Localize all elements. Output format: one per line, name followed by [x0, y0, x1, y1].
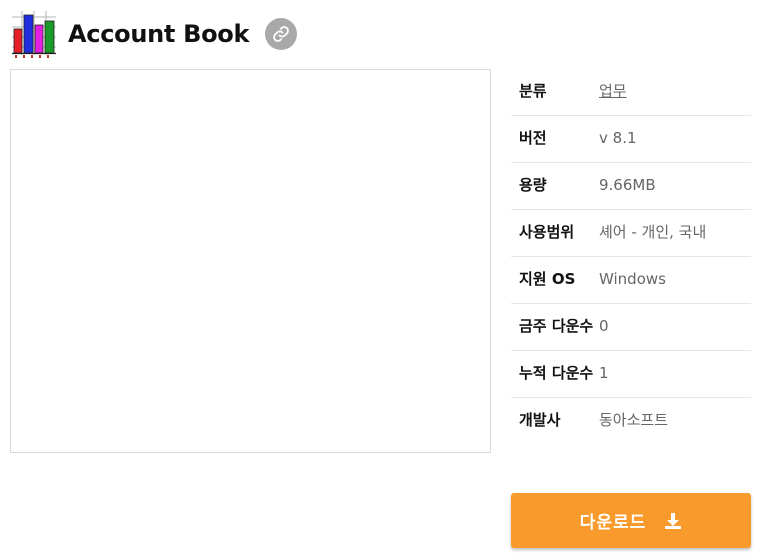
- total-downloads-label: 누적 다운수: [519, 364, 594, 382]
- download-button[interactable]: 다운로드: [511, 493, 751, 548]
- version-label: 버전: [519, 129, 547, 147]
- download-icon: [664, 512, 682, 530]
- weekly-downloads-label: 금주 다운수: [519, 317, 594, 335]
- info-row-version: 버전 v 8.1: [511, 116, 751, 163]
- category-label: 분류: [519, 82, 547, 100]
- os-label: 지원 OS: [519, 270, 576, 288]
- license-value: 셰어 - 개인, 국내: [599, 223, 707, 241]
- info-row-developer: 개발사 동아소프트: [511, 398, 751, 444]
- size-label: 용량: [519, 176, 547, 194]
- info-row-os: 지원 OS Windows: [511, 257, 751, 304]
- category-link[interactable]: 업무: [599, 79, 627, 104]
- app-info-list: 분류 업무 버전 v 8.1 용량 9.66MB 사용범위 셰어 - 개인, 국…: [511, 69, 751, 444]
- info-row-weekly-downloads: 금주 다운수 0: [511, 304, 751, 351]
- os-value: Windows: [599, 270, 666, 288]
- info-row-license: 사용범위 셰어 - 개인, 국내: [511, 210, 751, 257]
- info-row-total-downloads: 누적 다운수 1: [511, 351, 751, 398]
- weekly-downloads-value: 0: [599, 317, 609, 335]
- screenshot-preview: [10, 69, 491, 453]
- size-value: 9.66MB: [599, 176, 656, 194]
- developer-label: 개발사: [519, 411, 561, 429]
- bar-chart-icon: [10, 9, 58, 59]
- total-downloads-value: 1: [599, 364, 609, 382]
- download-button-label: 다운로드: [579, 513, 647, 533]
- version-value: v 8.1: [599, 129, 637, 147]
- developer-value: 동아소프트: [599, 411, 669, 429]
- link-icon: [273, 26, 290, 42]
- copy-link-button[interactable]: [265, 18, 298, 50]
- license-label: 사용범위: [519, 223, 575, 241]
- app-title: Account Book: [68, 20, 250, 48]
- info-row-category: 분류 업무: [511, 69, 751, 116]
- app-header: Account Book: [10, 8, 298, 60]
- info-row-size: 용량 9.66MB: [511, 163, 751, 210]
